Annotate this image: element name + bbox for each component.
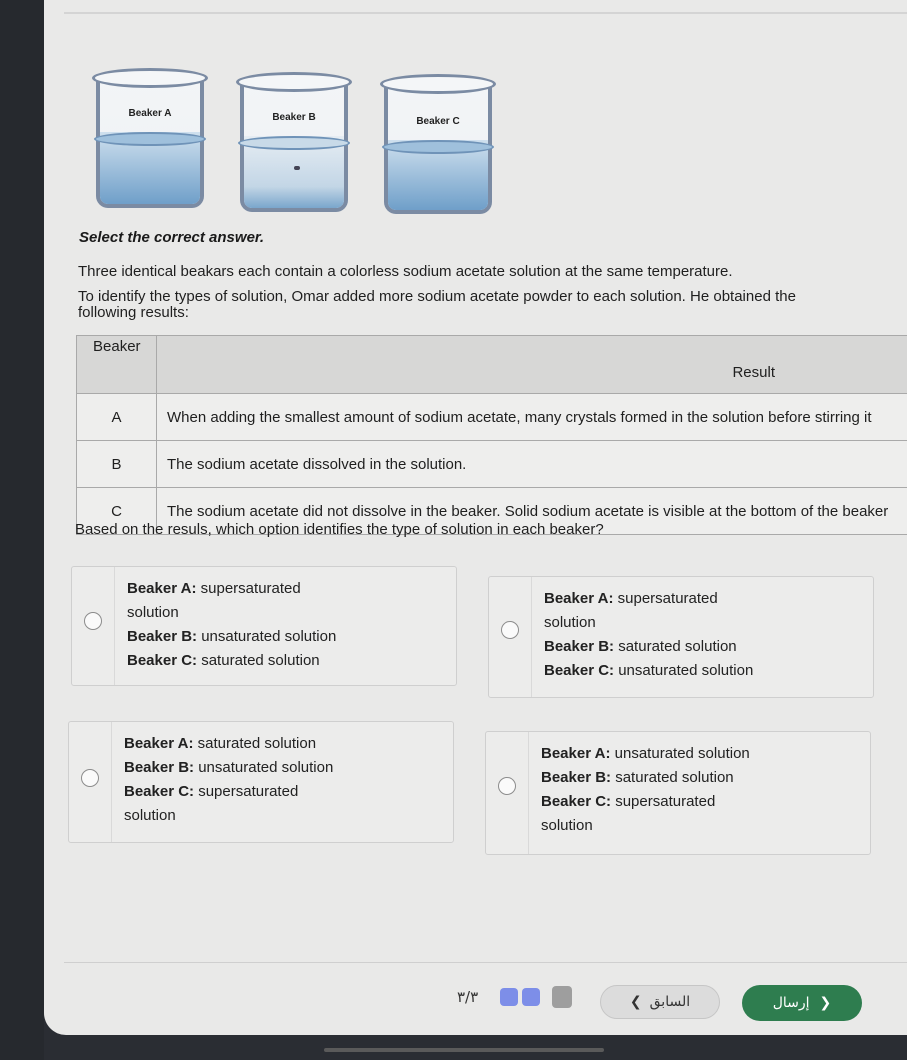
page-indicator: ٣/٣ bbox=[457, 988, 479, 1006]
option-value: unsaturated solution bbox=[618, 662, 754, 679]
option-value: unsaturated solution bbox=[198, 759, 334, 776]
question-line-3: following results: bbox=[78, 304, 189, 321]
option-key: Beaker C: bbox=[124, 783, 195, 800]
option-value: supersaturated bbox=[615, 793, 716, 810]
followup-question: Based on the resuls, which option identi… bbox=[75, 521, 604, 538]
answer-option-3[interactable]: Beaker A: saturated solution Beaker B: u… bbox=[68, 721, 454, 843]
row-beaker: A bbox=[76, 393, 157, 441]
option-key: Beaker B: bbox=[544, 638, 615, 655]
option-value: saturated solution bbox=[197, 735, 317, 752]
radio-button[interactable] bbox=[498, 777, 516, 795]
row-result: The sodium acetate dissolved in the solu… bbox=[156, 440, 907, 488]
beaker-c-illustration: Beaker C bbox=[380, 74, 496, 214]
option-key: Beaker C: bbox=[127, 652, 198, 669]
answer-option-1[interactable]: Beaker A: supersaturated solution Beaker… bbox=[71, 566, 457, 686]
option-key: Beaker C: bbox=[541, 793, 612, 810]
submit-button[interactable]: إرسال ❯ bbox=[742, 985, 862, 1021]
progress-square bbox=[522, 988, 540, 1006]
answer-option-2[interactable]: Beaker A: supersaturated solution Beaker… bbox=[488, 576, 874, 698]
table-row: A When adding the smallest amount of sod… bbox=[76, 393, 907, 441]
beaker-c-label: Beaker C bbox=[416, 116, 460, 127]
question-line-1: Three identical beakars each contain a c… bbox=[78, 263, 733, 280]
table-header-row: Beaker Result bbox=[76, 335, 907, 394]
beaker-b-illustration: Beaker B bbox=[236, 72, 352, 212]
table-row: B The sodium acetate dissolved in the so… bbox=[76, 440, 907, 488]
option-value: unsaturated solution bbox=[201, 628, 337, 645]
progress-square bbox=[500, 988, 518, 1006]
option-key: Beaker B: bbox=[124, 759, 195, 776]
option-value: supersaturated bbox=[617, 590, 718, 607]
submit-label: إرسال bbox=[772, 995, 810, 1011]
row-result: When adding the smallest amount of sodiu… bbox=[156, 393, 907, 441]
progress-square bbox=[552, 986, 572, 1008]
option-value: solution bbox=[544, 614, 596, 631]
option-key: Beaker A: bbox=[541, 745, 611, 762]
option-value: saturated solution bbox=[201, 652, 320, 669]
header-beaker: Beaker bbox=[76, 335, 157, 394]
option-value: supersaturated bbox=[198, 783, 299, 800]
top-divider bbox=[64, 12, 907, 14]
option-value: solution bbox=[127, 604, 179, 621]
row-beaker: B bbox=[76, 440, 157, 488]
radio-button[interactable] bbox=[501, 621, 519, 639]
chevron-left-icon: ❮ bbox=[629, 994, 642, 1010]
option-key: Beaker B: bbox=[127, 628, 198, 645]
footer-divider bbox=[64, 962, 907, 963]
quiz-screen: Beaker A Beaker B Beaker C Select the co… bbox=[44, 0, 907, 1035]
question-heading: Select the correct answer. bbox=[79, 229, 265, 246]
option-value: supersaturated bbox=[200, 580, 301, 597]
beaker-a-label: Beaker A bbox=[128, 108, 172, 119]
header-result: Result bbox=[156, 335, 907, 394]
option-key: Beaker A: bbox=[124, 735, 194, 752]
option-value: saturated solution bbox=[618, 638, 737, 655]
option-value: solution bbox=[124, 807, 176, 824]
option-key: Beaker C: bbox=[544, 662, 615, 679]
option-key: Beaker A: bbox=[127, 580, 197, 597]
answer-option-4[interactable]: Beaker A: unsaturated solution Beaker B:… bbox=[485, 731, 871, 855]
radio-button[interactable] bbox=[84, 612, 102, 630]
option-value: unsaturated solution bbox=[614, 745, 750, 762]
beaker-b-label: Beaker B bbox=[272, 112, 316, 123]
previous-label: السابق bbox=[649, 994, 691, 1010]
question-line-2: To identify the types of solution, Omar … bbox=[78, 288, 796, 305]
results-table: Beaker Result A When adding the smallest… bbox=[76, 335, 907, 535]
previous-button[interactable]: ❮ السابق bbox=[600, 985, 720, 1019]
home-indicator bbox=[324, 1048, 604, 1052]
option-value: saturated solution bbox=[615, 769, 734, 786]
beaker-a-illustration: Beaker A bbox=[92, 68, 208, 208]
radio-button[interactable] bbox=[81, 769, 99, 787]
option-key: Beaker A: bbox=[544, 590, 614, 607]
chevron-right-icon: ❯ bbox=[819, 995, 832, 1011]
option-value: solution bbox=[541, 817, 593, 834]
option-key: Beaker B: bbox=[541, 769, 612, 786]
device-bezel bbox=[0, 0, 44, 1060]
